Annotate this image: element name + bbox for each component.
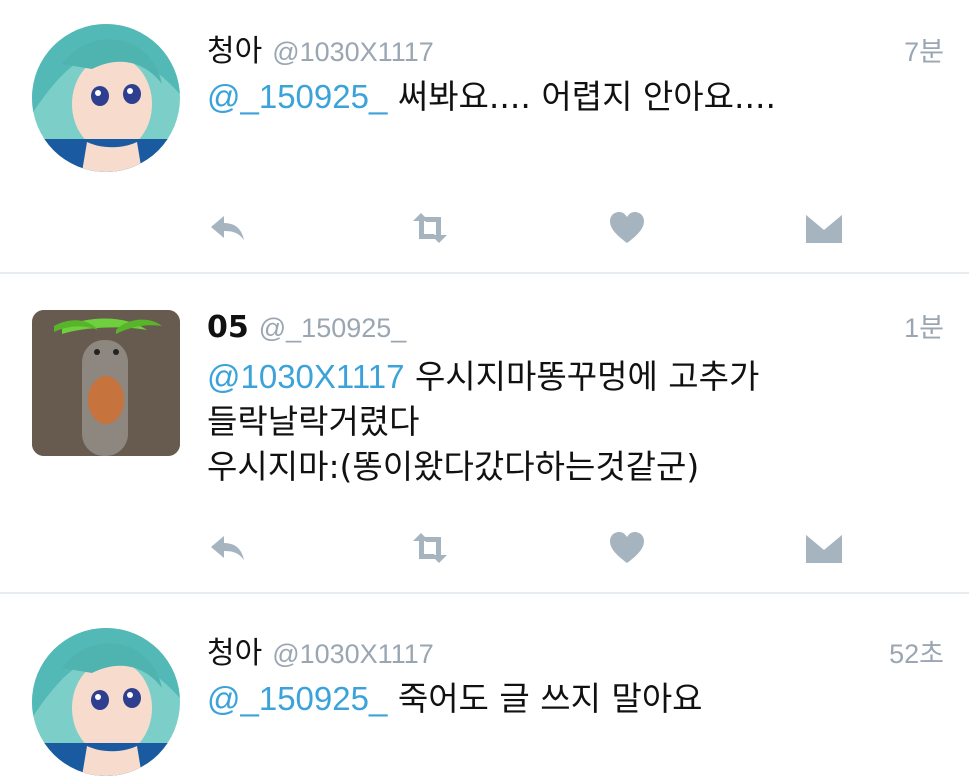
mention-link[interactable]: @1030X1117 — [207, 358, 404, 395]
retweet-icon[interactable] — [410, 528, 450, 568]
tweet-line: 우시지마똥꾸멍에 고추가 — [414, 357, 760, 396]
reply-icon[interactable] — [207, 528, 247, 568]
tweet-text: @_150925_ 죽어도 글 쓰지 말아요 — [207, 676, 944, 721]
tweet-text: @1030X1117 우시지마똥꾸멍에 고추가 들락날락거렸다 우시지마:(똥이… — [207, 354, 944, 489]
timestamp[interactable]: 1분 — [904, 306, 944, 345]
action-bar — [207, 528, 847, 568]
tweet-1[interactable]: 청아 @1030X1117 7분 @_150925_ 써봐요.... 어렵지 안… — [0, 0, 969, 272]
heart-icon[interactable] — [607, 528, 647, 568]
reply-icon[interactable] — [207, 208, 247, 248]
display-name[interactable]: 05 — [207, 310, 249, 345]
direct-message-icon[interactable] — [804, 208, 844, 248]
action-bar — [207, 208, 847, 248]
user-handle[interactable]: @1030X1117 — [272, 37, 434, 68]
heart-icon[interactable] — [607, 208, 647, 248]
mention-link[interactable]: @_150925_ — [207, 680, 387, 717]
retweet-icon[interactable] — [410, 208, 450, 248]
timestamp[interactable]: 52초 — [889, 632, 944, 671]
mention-link[interactable]: @_150925_ — [207, 78, 387, 115]
display-name[interactable]: 청아 — [207, 26, 262, 70]
tweet-header: 청아 @1030X1117 52초 — [207, 628, 944, 671]
tweet-2[interactable]: 05 @_150925_ 1분 @1030X1117 우시지마똥꾸멍에 고추가 … — [0, 274, 969, 592]
tweet-text: @_150925_ 써봐요.... 어렵지 안아요.... — [207, 74, 944, 119]
avatar[interactable] — [32, 628, 180, 776]
avatar[interactable] — [32, 24, 180, 172]
tweet-line: 우시지마:(똥이왔다갔다하는것같군) — [207, 447, 700, 486]
avatar[interactable] — [32, 310, 180, 456]
direct-message-icon[interactable] — [804, 528, 844, 568]
tweet-line: 써봐요.... 어렵지 안아요.... — [397, 77, 776, 116]
tweet-header: 05 @_150925_ 1분 — [207, 306, 944, 346]
user-handle[interactable]: @1030X1117 — [272, 639, 434, 670]
user-handle[interactable]: @_150925_ — [259, 313, 407, 344]
tweet-header: 청아 @1030X1117 7분 — [207, 26, 944, 69]
display-name[interactable]: 청아 — [207, 628, 262, 672]
timestamp[interactable]: 7분 — [904, 30, 944, 69]
tweet-line: 들락날락거렸다 — [207, 402, 420, 441]
tweet-3[interactable]: 청아 @1030X1117 52초 @_150925_ 죽어도 글 쓰지 말아요 — [0, 594, 969, 776]
tweet-line: 죽어도 글 쓰지 말아요 — [397, 679, 703, 718]
